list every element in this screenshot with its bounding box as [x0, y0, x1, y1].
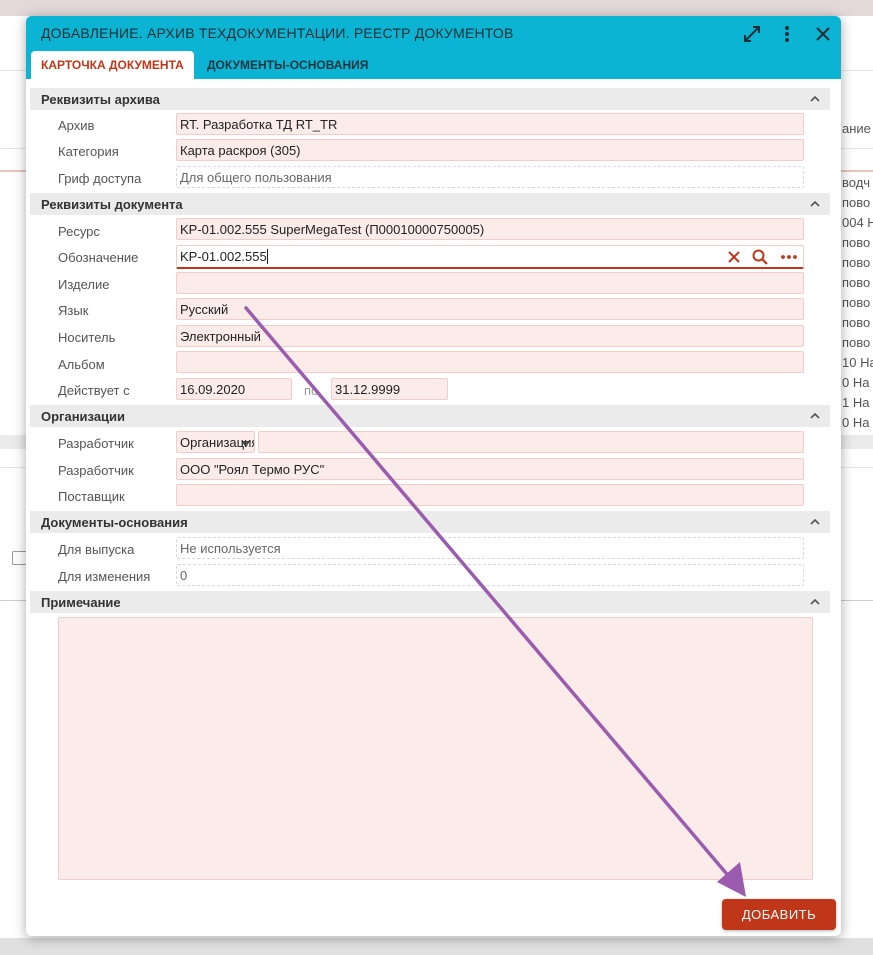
medium-field[interactable]: Электронный — [176, 325, 804, 347]
chevron-up-icon[interactable] — [808, 197, 822, 211]
notes-textarea[interactable] — [58, 617, 813, 880]
background-text: водч — [842, 175, 871, 190]
chevron-up-icon[interactable] — [808, 92, 822, 106]
change-field: 0 — [176, 564, 804, 586]
tab-basis-documents[interactable]: ДОКУМЕНТЫ-ОСНОВАНИЯ — [197, 51, 378, 79]
section-basis-header[interactable]: Документы-основания — [30, 511, 830, 533]
background-text: пово — [842, 315, 871, 330]
more-horizontal-icon[interactable] — [780, 248, 798, 266]
add-document-dialog: ДОБАВЛЕНИЕ. АРХИВ ТЕХДОКУМЕНТАЦИИ. РЕЕСТ… — [26, 16, 841, 936]
background-text: пово — [842, 255, 871, 270]
product-field[interactable] — [176, 272, 804, 294]
chevron-up-icon[interactable] — [808, 409, 822, 423]
more-vertical-icon[interactable] — [776, 23, 798, 45]
search-icon[interactable] — [751, 248, 769, 266]
background-text: 004 Н — [842, 215, 873, 230]
section-notes-header[interactable]: Примечание — [30, 591, 830, 613]
developer-label: Разработчик — [58, 436, 134, 451]
release-field: Не используется — [176, 537, 804, 559]
background-topbar — [0, 0, 873, 16]
background-text: пово — [842, 335, 871, 350]
section-archive-header[interactable]: Реквизиты архива — [30, 88, 830, 110]
background-text: 0 На — [842, 415, 870, 430]
background-text: ание — [842, 121, 871, 136]
language-label: Язык — [58, 303, 89, 318]
supplier-field[interactable] — [176, 484, 804, 506]
album-label: Альбом — [58, 357, 105, 372]
tab-document-card[interactable]: КАРТОЧКА ДОКУМЕНТА — [31, 51, 194, 79]
dialog-header: ДОБАВЛЕНИЕ. АРХИВ ТЕХДОКУМЕНТАЦИИ. РЕЕСТ… — [26, 16, 841, 79]
section-document-header[interactable]: Реквизиты документа — [30, 193, 830, 215]
dialog-title: ДОБАВЛЕНИЕ. АРХИВ ТЕХДОКУМЕНТАЦИИ. РЕЕСТ… — [41, 25, 514, 41]
background-text: 0 На — [842, 375, 870, 390]
background-bottom-bar — [0, 938, 873, 955]
expand-icon[interactable] — [741, 23, 763, 45]
valid-to-label: по — [304, 383, 319, 398]
dropdown-arrow-icon[interactable] — [241, 441, 249, 447]
section-title: Организации — [41, 409, 126, 424]
archive-label: Архив — [58, 118, 95, 133]
developer-label: Разработчик — [58, 463, 134, 478]
access-field: Для общего пользования — [176, 166, 804, 188]
add-button[interactable]: ДОБАВИТЬ — [722, 899, 836, 930]
language-field[interactable]: Русский — [176, 298, 804, 320]
archive-field[interactable]: RT. Разработка ТД RT_TR — [176, 113, 804, 135]
album-field[interactable] — [176, 351, 804, 373]
section-organizations-header[interactable]: Организации — [30, 405, 830, 427]
section-title: Реквизиты документа — [41, 197, 183, 212]
valid-from-label: Действует с — [58, 383, 130, 398]
background-text: 10 На — [842, 355, 873, 370]
section-title: Примечание — [41, 595, 121, 610]
valid-to-field[interactable]: 31.12.9999 — [331, 378, 448, 400]
change-label: Для изменения — [58, 569, 151, 584]
developer-field[interactable] — [258, 431, 804, 453]
category-label: Категория — [58, 144, 119, 159]
chevron-up-icon[interactable] — [808, 515, 822, 529]
chevron-up-icon[interactable] — [808, 595, 822, 609]
background-text: пово — [842, 295, 871, 310]
background-text: пово — [842, 275, 871, 290]
category-field[interactable]: Карта раскроя (305) — [176, 139, 804, 161]
designation-value: KP-01.002.555 — [180, 249, 267, 264]
access-label: Гриф доступа — [58, 171, 142, 186]
section-title: Документы-основания — [41, 515, 188, 530]
designation-input[interactable]: KP-01.002.555 — [176, 245, 804, 269]
resource-label: Ресурс — [58, 224, 100, 239]
background-text: 1 На — [842, 395, 870, 410]
resource-field[interactable]: KP-01.002.555 SuperMegaTest (П0001000075… — [176, 218, 804, 240]
supplier-label: Поставщик — [58, 489, 125, 504]
background-text: пово — [842, 235, 871, 250]
close-icon[interactable] — [812, 23, 834, 45]
designation-label: Обозначение — [58, 250, 139, 265]
release-label: Для выпуска — [58, 542, 135, 557]
developer-field[interactable]: ООО "Роял Термо РУС" — [176, 458, 804, 480]
section-title: Реквизиты архива — [41, 92, 160, 107]
product-label: Изделие — [58, 277, 110, 292]
medium-label: Носитель — [58, 330, 116, 345]
clear-icon[interactable] — [725, 248, 743, 266]
background-text: пово — [842, 195, 871, 210]
valid-from-field[interactable]: 16.09.2020 — [176, 378, 292, 400]
text-caret — [266, 249, 268, 264]
